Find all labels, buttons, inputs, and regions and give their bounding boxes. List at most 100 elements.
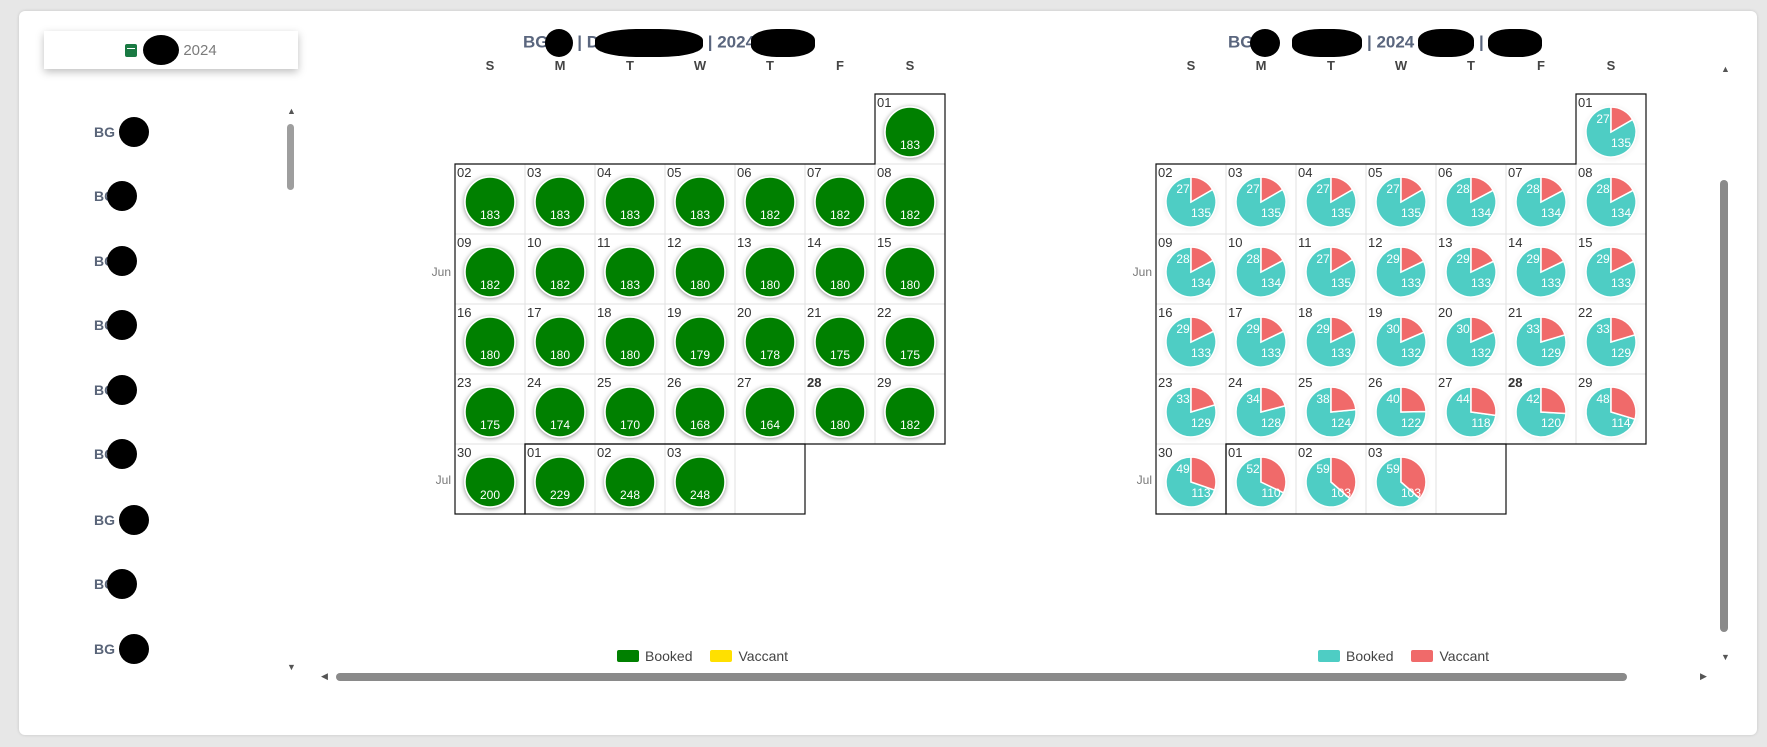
day-cell[interactable]: 17 180	[524, 303, 596, 375]
vertical-scroll-up-icon[interactable]: ▲	[1721, 64, 1730, 74]
day-cell[interactable]: 09 182	[454, 233, 526, 305]
day-cell[interactable]: 08 182	[874, 163, 946, 235]
vaccant-value: 28	[1176, 252, 1190, 266]
day-cell[interactable]: 22 175	[874, 303, 946, 375]
booked-value: 135	[1261, 206, 1281, 220]
day-cell[interactable]: 20 178	[734, 303, 806, 375]
day-cell[interactable]: 02 59103	[1295, 443, 1367, 515]
day-label: 01	[1228, 445, 1242, 460]
day-cell[interactable]: 13 29133	[1435, 233, 1507, 305]
day-cell[interactable]: 07 182	[804, 163, 876, 235]
day-label: 01	[877, 95, 891, 110]
legend-swatch-vaccant	[1411, 650, 1434, 662]
day-cell[interactable]: 24 174	[524, 373, 596, 445]
day-cell[interactable]: 11 183	[594, 233, 666, 305]
day-cell[interactable]: 16 180	[454, 303, 526, 375]
weekday-label: T	[1327, 58, 1335, 73]
day-cell[interactable]: 07 28134	[1505, 163, 1577, 235]
day-cell[interactable]: 01 229	[524, 443, 596, 515]
day-cell[interactable]: 21 33129	[1505, 303, 1577, 375]
month-label: Jul	[1137, 473, 1152, 487]
booked-value: 182	[760, 208, 780, 222]
day-label: 24	[527, 375, 541, 390]
day-cell[interactable]: 15 29133	[1575, 233, 1647, 305]
day-label: 19	[667, 305, 681, 320]
day-cell[interactable]: 03 183	[524, 163, 596, 235]
horizontal-scroll-left-icon[interactable]: ◀	[321, 671, 328, 682]
day-cell[interactable]: 04 183	[594, 163, 666, 235]
day-cell[interactable]: 02 183	[454, 163, 526, 235]
day-cell[interactable]: 14 180	[804, 233, 876, 305]
day-cell[interactable]: 05 183	[664, 163, 736, 235]
horizontal-scrollbar-thumb[interactable]	[336, 673, 1627, 681]
day-label: 17	[527, 305, 541, 320]
booked-value: 132	[1401, 346, 1421, 360]
day-cell[interactable]: 16 29133	[1155, 303, 1227, 375]
day-cell[interactable]: 02 27135	[1155, 163, 1227, 235]
day-cell[interactable]: 18 29133	[1295, 303, 1367, 375]
day-cell[interactable]: 22 33129	[1575, 303, 1647, 375]
booked-value: 183	[480, 208, 500, 222]
day-cell[interactable]: 29 182	[874, 373, 946, 445]
booked-value: 133	[1261, 346, 1281, 360]
day-cell[interactable]: 20 30132	[1435, 303, 1507, 375]
day-cell[interactable]: 06 182	[734, 163, 806, 235]
day-cell[interactable]: 01 183	[874, 93, 946, 165]
day-cell[interactable]: 19 30132	[1365, 303, 1437, 375]
vaccant-value: 29	[1176, 322, 1190, 336]
day-cell[interactable]: 13 180	[734, 233, 806, 305]
day-cell[interactable]: 27 164	[734, 373, 806, 445]
day-cell[interactable]: 10 28134	[1225, 233, 1297, 305]
day-cell[interactable]: 25 38124	[1295, 373, 1367, 445]
day-cell[interactable]: 21 175	[804, 303, 876, 375]
day-cell[interactable]: 01 52110	[1225, 443, 1297, 515]
day-cell[interactable]: 30 49113	[1155, 443, 1227, 515]
day-cell[interactable]: 26 168	[664, 373, 736, 445]
day-cell[interactable]: 06 28134	[1435, 163, 1507, 235]
vaccant-value: 33	[1596, 322, 1610, 336]
day-label: 09	[1158, 235, 1172, 250]
day-cell[interactable]: 23 33129	[1155, 373, 1227, 445]
day-cell[interactable]: 17 29133	[1225, 303, 1297, 375]
day-cell[interactable]: 23 175	[454, 373, 526, 445]
day-cell[interactable]: 05 27135	[1365, 163, 1437, 235]
month-label: Jul	[436, 473, 451, 487]
booked-value: 179	[690, 348, 710, 362]
day-cell[interactable]: 04 27135	[1295, 163, 1367, 235]
horizontal-scroll-right-icon[interactable]: ▶	[1700, 671, 1707, 682]
weekday-label: S	[486, 58, 495, 73]
vaccant-value: 29	[1386, 252, 1400, 266]
vertical-scroll-down-icon[interactable]: ▼	[1721, 652, 1730, 662]
day-cell[interactable]: 28 180	[804, 373, 876, 445]
day-cell[interactable]: 09 28134	[1155, 233, 1227, 305]
day-cell[interactable]: 14 29133	[1505, 233, 1577, 305]
day-cell[interactable]: 28 42120	[1505, 373, 1577, 445]
vaccant-value: 27	[1176, 182, 1190, 196]
day-label: 23	[1158, 375, 1172, 390]
day-cell[interactable]: 03 248	[664, 443, 736, 515]
booked-value: 248	[690, 488, 710, 502]
day-cell[interactable]: 29 48114	[1575, 373, 1647, 445]
vertical-scrollbar-thumb[interactable]	[1720, 180, 1728, 632]
day-cell[interactable]: 10 182	[524, 233, 596, 305]
day-cell[interactable]: 26 40122	[1365, 373, 1437, 445]
day-cell[interactable]: 03 27135	[1225, 163, 1297, 235]
day-cell[interactable]: 27 44118	[1435, 373, 1507, 445]
day-label: 21	[807, 305, 821, 320]
day-cell[interactable]: 02 248	[594, 443, 666, 515]
day-cell[interactable]: 25 170	[594, 373, 666, 445]
day-cell[interactable]: 12 180	[664, 233, 736, 305]
day-cell[interactable]: 12 29133	[1365, 233, 1437, 305]
vaccant-value: 27	[1246, 182, 1260, 196]
day-cell[interactable]: 11 27135	[1295, 233, 1367, 305]
day-cell[interactable]: 24 34128	[1225, 373, 1297, 445]
day-cell[interactable]: 08 28134	[1575, 163, 1647, 235]
day-cell[interactable]: 15 180	[874, 233, 946, 305]
day-cell[interactable]: 01 27135	[1575, 93, 1647, 165]
booked-value: 135	[1331, 206, 1351, 220]
booked-value: 168	[690, 418, 710, 432]
day-cell[interactable]: 03 59103	[1365, 443, 1437, 515]
day-cell[interactable]: 30 200	[454, 443, 526, 515]
day-cell[interactable]: 19 179	[664, 303, 736, 375]
day-cell[interactable]: 18 180	[594, 303, 666, 375]
